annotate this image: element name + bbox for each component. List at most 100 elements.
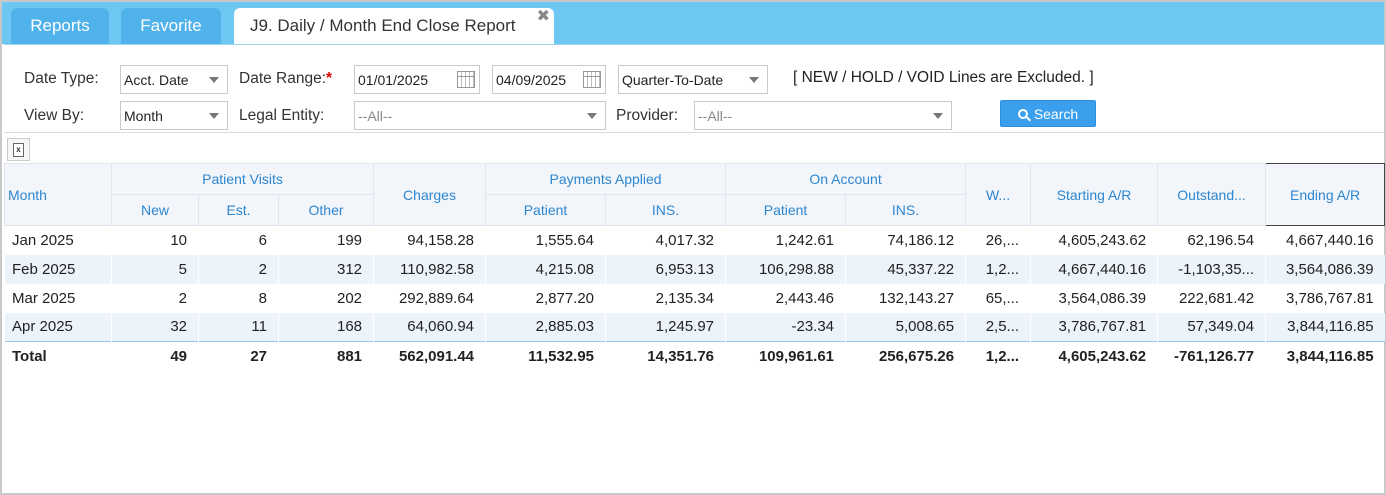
cell-outstanding: 57,349.04 xyxy=(1157,312,1266,342)
cell-starting-ar: 3,786,767.81 xyxy=(1030,312,1158,342)
cell-pay-ins: 6,953.13 xyxy=(605,254,726,284)
cell-month: Feb 2025 xyxy=(4,254,112,284)
total-starting-ar: 4,605,243.62 xyxy=(1030,341,1158,372)
cell-oa-ins: 5,008.65 xyxy=(845,312,966,342)
col-other[interactable]: Other xyxy=(277,194,375,226)
total-pay-patient: 11,532.95 xyxy=(485,341,606,372)
cell-other: 199 xyxy=(336,231,363,249)
legal-entity-value: --All-- xyxy=(358,107,393,124)
cell-w: 2,5... xyxy=(965,312,1031,342)
tab-reports[interactable]: Reports xyxy=(11,8,109,44)
cell-ending-ar: 3,564,086.39 xyxy=(1265,254,1385,284)
excluded-lines-note: [ NEW / HOLD / VOID Lines are Excluded. … xyxy=(793,69,1094,86)
legal-entity-select[interactable]: --All-- xyxy=(354,101,606,130)
cell-pay-patient: 4,215.08 xyxy=(485,254,606,284)
cell-est: 2 xyxy=(198,254,279,284)
total-w: 1,2... xyxy=(965,341,1031,372)
chevron-down-icon xyxy=(587,113,597,119)
date-to-input[interactable]: 04/09/2025 xyxy=(492,65,606,94)
calendar-icon[interactable] xyxy=(457,71,475,88)
cell-charges: 292,889.64 xyxy=(398,289,475,307)
cell-oa-patient: -23.34 xyxy=(725,312,846,342)
cell-new: 32 xyxy=(111,312,199,342)
col-charges[interactable]: Charges xyxy=(373,163,487,226)
cell-other: 168 xyxy=(278,312,374,342)
total-charges: 562,091.44 xyxy=(373,341,486,372)
cell-starting-ar: 3,564,086.39 xyxy=(1058,289,1147,307)
total-ending-ar: 3,844,116.85 xyxy=(1265,341,1385,372)
date-type-label: Date Type: xyxy=(24,70,99,87)
col-group-on-account: On Account xyxy=(725,163,967,195)
cell-pay-patient: 1,555.64 xyxy=(535,231,595,249)
cell-oa-ins: 74,186.12 xyxy=(887,231,955,249)
period-select[interactable]: Quarter-To-Date xyxy=(618,65,768,94)
total-oa-patient: 109,961.61 xyxy=(725,341,846,372)
cell-outstanding: 222,681.42 xyxy=(1178,289,1255,307)
provider-select[interactable]: --All-- xyxy=(694,101,952,130)
cell-pay-ins: 1,245.97 xyxy=(605,312,726,342)
cell-month: Mar 2025 xyxy=(12,289,76,307)
cell-w: 1,2... xyxy=(965,254,1031,284)
table-row[interactable]: Apr 2025 32 11 168 64,060.94 2,885.03 1,245.97… xyxy=(4,312,1385,342)
date-from-input[interactable]: 01/01/2025 xyxy=(354,65,480,94)
legal-entity-label: Legal Entity: xyxy=(239,107,325,124)
required-mark: * xyxy=(326,70,333,87)
close-icon[interactable]: ✖ xyxy=(537,9,550,25)
cell-other: 202 xyxy=(336,289,363,307)
col-month[interactable]: Month xyxy=(4,163,112,226)
cell-pay-patient: 2,885.03 xyxy=(485,312,606,342)
cell-outstanding: -1,103,35... xyxy=(1157,254,1266,284)
col-group-payments-applied: Payments Applied xyxy=(485,163,727,195)
cell-outstanding: 62,196.54 xyxy=(1187,231,1255,249)
search-button-label: Search xyxy=(1033,105,1079,122)
tab-j9-report[interactable]: J9. Daily / Month End Close Report ✖ xyxy=(234,8,554,44)
cell-est: 11 xyxy=(198,312,279,342)
calendar-icon[interactable] xyxy=(583,71,601,88)
export-excel-button[interactable]: x xyxy=(7,138,30,161)
cell-est: 8 xyxy=(258,289,267,307)
cell-w: 65,... xyxy=(985,289,1020,307)
table-row[interactable]: Jan 2025 10 6 199 94,158.28 1,555.64 4,017.32 1… xyxy=(5,226,1385,255)
search-button[interactable]: Search xyxy=(1000,100,1096,127)
total-pay-ins: 14,351.76 xyxy=(605,341,726,372)
date-type-select[interactable]: Acct. Date xyxy=(120,65,228,94)
col-outstanding[interactable]: Outstand... xyxy=(1157,163,1267,226)
chevron-down-icon xyxy=(209,77,219,83)
cell-charges: 110,982.58 xyxy=(373,254,486,284)
view-by-select[interactable]: Month xyxy=(120,101,228,130)
col-w[interactable]: W... xyxy=(965,163,1032,226)
col-ending-ar[interactable]: Ending A/R xyxy=(1265,163,1386,226)
provider-value: --All-- xyxy=(698,107,733,124)
cell-w: 26,... xyxy=(985,231,1020,249)
total-other: 881 xyxy=(278,341,374,372)
col-on-account-ins[interactable]: INS. xyxy=(845,194,967,226)
col-starting-ar[interactable]: Starting A/R xyxy=(1030,163,1159,226)
cell-month: Apr 2025 xyxy=(4,312,112,342)
col-payments-patient[interactable]: Patient xyxy=(485,194,607,226)
chevron-down-icon xyxy=(749,77,759,83)
cell-new: 2 xyxy=(178,289,187,307)
col-new[interactable]: New xyxy=(111,194,199,226)
total-outstanding: -761,126.77 xyxy=(1157,341,1266,372)
table-row[interactable]: Feb 2025 5 2 312 110,982.58 4,215.08 6,953.13 1… xyxy=(4,254,1385,284)
col-payments-ins[interactable]: INS. xyxy=(605,194,727,226)
grid-toolbar: x xyxy=(4,132,1384,163)
cell-ending-ar: 3,786,767.81 xyxy=(1285,289,1374,307)
cell-starting-ar: 4,605,243.62 xyxy=(1058,231,1147,249)
period-value: Quarter-To-Date xyxy=(622,71,724,88)
report-grid: Month Patient Visits Charges Payments Ap… xyxy=(4,163,1386,372)
cell-charges: 94,158.28 xyxy=(407,231,475,249)
table-row[interactable]: Mar 2025 2 8 202 292,889.64 2,877.20 2,135.34 2… xyxy=(5,284,1385,313)
total-row: Total 49 27 881 562,091.44 11,532.95 14,351.76… xyxy=(4,341,1385,372)
col-est[interactable]: Est. xyxy=(198,194,279,226)
total-new: 49 xyxy=(111,341,199,372)
excel-icon: x xyxy=(13,142,24,157)
cell-starting-ar: 4,667,440.16 xyxy=(1030,254,1158,284)
chevron-down-icon xyxy=(933,113,943,119)
tab-favorite[interactable]: Favorite xyxy=(121,8,221,44)
total-month: Total xyxy=(4,341,112,372)
col-on-account-patient[interactable]: Patient xyxy=(725,194,847,226)
date-type-value: Acct. Date xyxy=(124,71,189,88)
filter-panel: Date Type: Acct. Date Date Range:* 01/01… xyxy=(4,44,1384,132)
col-group-patient-visits: Patient Visits xyxy=(110,163,375,195)
